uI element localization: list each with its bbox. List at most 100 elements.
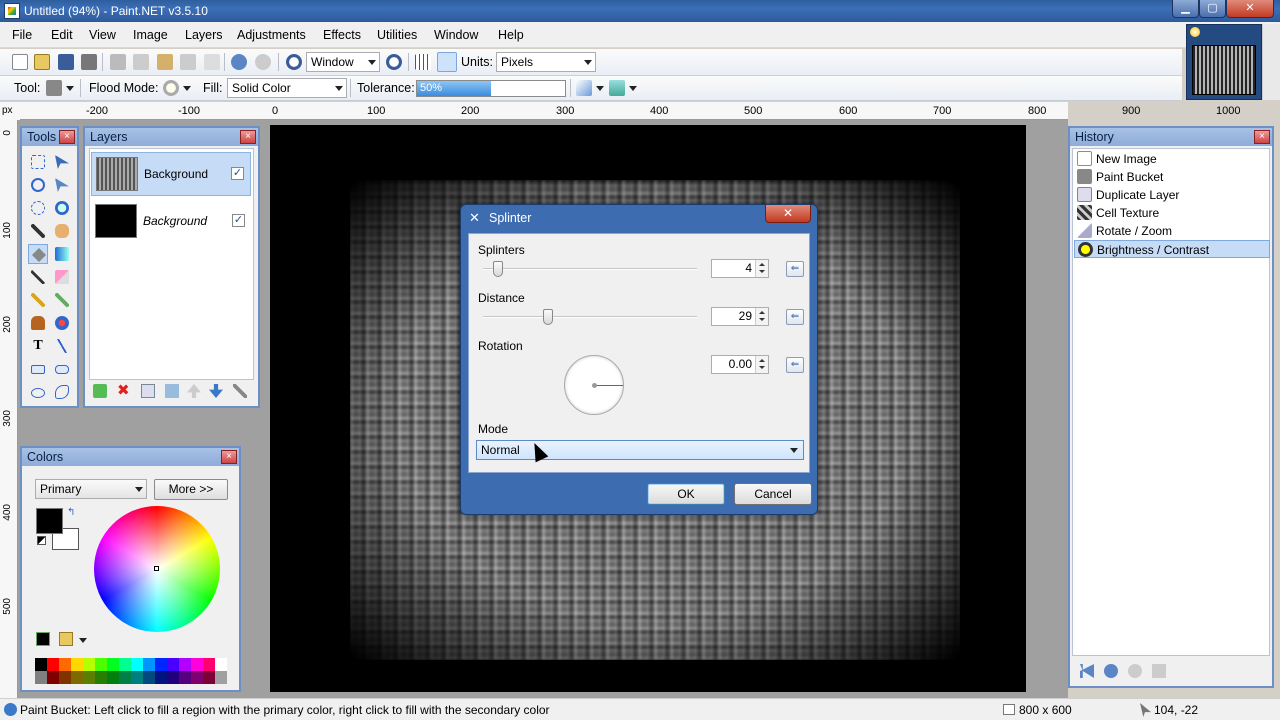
chevron-down-icon[interactable]	[66, 86, 74, 91]
fill-combo[interactable]: Solid Color	[227, 78, 347, 98]
ellipse-shape-icon[interactable]	[28, 382, 48, 402]
eraser-icon[interactable]	[52, 267, 72, 287]
save-icon[interactable]	[58, 54, 74, 70]
ok-button[interactable]: OK	[647, 483, 725, 505]
palette-swatch[interactable]	[203, 658, 215, 671]
palette-swatch[interactable]	[95, 658, 107, 671]
menu-view[interactable]: View	[89, 28, 116, 42]
distance-input[interactable]: 29	[711, 307, 769, 326]
delete-layer-icon[interactable]: ✖	[117, 383, 131, 398]
paint-bucket-icon[interactable]	[46, 80, 62, 96]
move-layer-up-icon[interactable]	[187, 384, 201, 398]
palette-swatch[interactable]	[131, 671, 143, 684]
palette-swatch[interactable]	[167, 671, 179, 684]
antialias-icon[interactable]	[576, 80, 592, 96]
move-selection-tool[interactable]	[52, 152, 72, 172]
history-item[interactable]: Duplicate Layer	[1074, 186, 1270, 204]
menu-edit[interactable]: Edit	[51, 28, 73, 42]
menu-help[interactable]: Help	[498, 28, 524, 42]
palette-swatch[interactable]	[179, 658, 191, 671]
open-folder-icon[interactable]	[34, 54, 50, 70]
swap-colors-icon[interactable]: ↰	[67, 508, 77, 518]
flood-mode-icon[interactable]	[163, 80, 179, 96]
palette-swatch[interactable]	[95, 671, 107, 684]
history-item[interactable]: New Image	[1074, 150, 1270, 168]
palette-swatch[interactable]	[131, 658, 143, 671]
line-curve-icon[interactable]	[52, 336, 72, 356]
ellipse-select-tool[interactable]	[28, 198, 48, 218]
merge-layer-icon[interactable]	[165, 384, 179, 398]
dialog-close-button[interactable]: ✕	[765, 205, 811, 223]
print-icon[interactable]	[81, 54, 97, 70]
palette-swatch[interactable]	[119, 671, 131, 684]
menu-adjustments[interactable]: Adjustments	[237, 28, 306, 42]
duplicate-layer-icon[interactable]	[141, 384, 155, 398]
zoom-tool-icon[interactable]	[52, 198, 72, 218]
more-colors-button[interactable]: More >>	[154, 479, 228, 500]
add-layer-icon[interactable]	[93, 384, 107, 398]
add-color-icon[interactable]	[36, 632, 50, 646]
pencil-icon[interactable]	[28, 290, 48, 310]
close-button[interactable]: ✕	[1226, 0, 1274, 18]
zoom-in-icon[interactable]	[386, 54, 402, 70]
palette-swatch[interactable]	[155, 671, 167, 684]
spinner-arrows[interactable]	[755, 308, 768, 325]
color-picker-icon[interactable]	[52, 290, 72, 310]
chevron-down-icon[interactable]	[183, 86, 191, 91]
palette-swatch[interactable]	[59, 658, 71, 671]
recolor-icon[interactable]	[52, 313, 72, 333]
pan-hand-icon[interactable]	[52, 221, 72, 241]
cut-icon[interactable]	[110, 54, 126, 70]
move-layer-down-icon[interactable]	[209, 384, 223, 398]
close-icon[interactable]: ×	[59, 130, 75, 144]
palette-swatch[interactable]	[35, 658, 47, 671]
palette-swatch[interactable]	[107, 671, 119, 684]
palette-swatch[interactable]	[143, 671, 155, 684]
palette-swatch[interactable]	[191, 671, 203, 684]
rotation-reset-button[interactable]: ⇐	[786, 357, 804, 373]
rotation-dial[interactable]	[564, 355, 624, 415]
rectangle-shape-icon[interactable]	[28, 359, 48, 379]
chevron-down-icon[interactable]	[629, 86, 637, 91]
ruler-toggle-icon[interactable]	[437, 52, 457, 72]
spinner-arrows[interactable]	[755, 356, 768, 373]
distance-slider-track[interactable]	[483, 316, 697, 318]
palette-swatch[interactable]	[71, 658, 83, 671]
maximize-button[interactable]: ▢	[1199, 0, 1226, 18]
palette-swatch[interactable]	[191, 658, 203, 671]
menu-image[interactable]: Image	[133, 28, 168, 42]
splinters-slider-track[interactable]	[483, 268, 697, 270]
palette-swatch[interactable]	[143, 658, 155, 671]
paintbrush-icon[interactable]	[28, 267, 48, 287]
palette-swatch[interactable]	[35, 671, 47, 684]
units-combo[interactable]: Pixels	[496, 52, 596, 72]
palette-swatch[interactable]	[83, 671, 95, 684]
layer-visibility-checkbox[interactable]: ✓	[231, 167, 244, 180]
distance-slider-thumb[interactable]	[543, 309, 553, 325]
layer-item[interactable]: Background ✓	[91, 152, 251, 196]
menu-window[interactable]: Window	[434, 28, 478, 42]
spinner-arrows[interactable]	[755, 260, 768, 277]
palette-swatch[interactable]	[83, 658, 95, 671]
splinters-slider-thumb[interactable]	[493, 261, 503, 277]
freeform-shape-icon[interactable]	[52, 382, 72, 402]
thumbnail-scrollbar[interactable]	[1262, 24, 1280, 100]
chevron-down-icon[interactable]	[79, 638, 87, 643]
layer-visibility-checkbox[interactable]: ✓	[232, 214, 245, 227]
chevron-down-icon[interactable]	[596, 86, 604, 91]
palette-swatch[interactable]	[215, 658, 227, 671]
palette-swatch[interactable]	[167, 658, 179, 671]
color-selector[interactable]: Primary	[35, 479, 147, 499]
menu-utilities[interactable]: Utilities	[377, 28, 417, 42]
palette-swatch[interactable]	[119, 658, 131, 671]
layer-properties-icon[interactable]	[233, 384, 247, 398]
rounded-rectangle-icon[interactable]	[52, 359, 72, 379]
palette-swatch[interactable]	[215, 671, 227, 684]
text-tool-icon[interactable]: T	[28, 336, 48, 356]
undo-icon[interactable]	[231, 54, 247, 70]
menu-file[interactable]: File	[12, 28, 32, 42]
palette-swatch[interactable]	[155, 658, 167, 671]
splinters-reset-button[interactable]: ⇐	[786, 261, 804, 277]
palette-swatch[interactable]	[71, 671, 83, 684]
crop-icon[interactable]	[180, 54, 196, 70]
